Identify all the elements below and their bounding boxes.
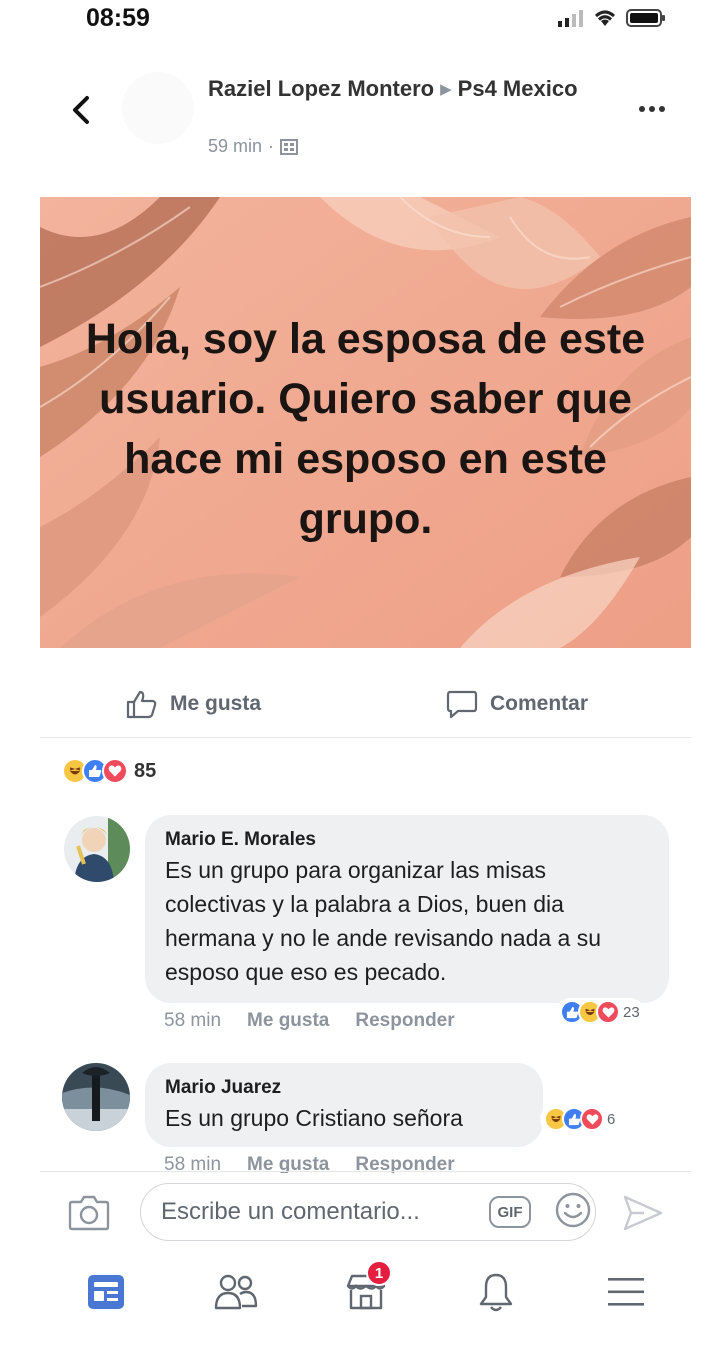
status-time: 08:59 bbox=[86, 4, 150, 32]
commenter-avatar[interactable] bbox=[64, 816, 130, 882]
post-image[interactable]: Hola, soy la esposa de este usuario. Qui… bbox=[40, 197, 691, 648]
camera-icon bbox=[68, 1195, 110, 1231]
meta-separator: · bbox=[268, 136, 275, 156]
gif-button[interactable]: GIF bbox=[489, 1196, 531, 1228]
post-author-line: Raziel Lopez Montero ▶ Ps4 Mexico bbox=[208, 74, 598, 104]
nav-friends[interactable] bbox=[206, 1262, 266, 1322]
notifications-icon bbox=[479, 1273, 513, 1312]
nav-menu[interactable] bbox=[596, 1262, 656, 1322]
post-image-text: Hola, soy la esposa de este usuario. Qui… bbox=[85, 315, 646, 543]
menu-icon bbox=[608, 1278, 644, 1306]
comment-bubble[interactable]: Mario E. Morales Es un grupo para organi… bbox=[145, 815, 669, 1003]
comment-time[interactable]: 58 min bbox=[164, 1010, 221, 1032]
avatar-image bbox=[62, 1063, 130, 1131]
friends-icon bbox=[214, 1274, 258, 1310]
author-avatar[interactable] bbox=[122, 72, 194, 144]
avatar-image bbox=[64, 816, 130, 882]
love-reaction-icon bbox=[102, 758, 128, 784]
nav-notifications[interactable] bbox=[466, 1262, 526, 1322]
news-feed-icon bbox=[88, 1275, 124, 1309]
comment-like-button[interactable]: Me gusta bbox=[247, 1010, 329, 1032]
signal-icon bbox=[558, 10, 583, 27]
comment-reactions[interactable]: 23 bbox=[556, 998, 644, 1026]
more-options-button[interactable] bbox=[632, 94, 672, 124]
comment-text: Es un grupo Cristiano señora bbox=[165, 1105, 463, 1131]
battery-icon bbox=[626, 9, 665, 27]
comment-reaction-count: 23 bbox=[623, 1003, 640, 1021]
comment-author[interactable]: Mario Juarez bbox=[165, 1075, 523, 1101]
privacy-icon bbox=[280, 138, 299, 155]
send-icon bbox=[623, 1195, 663, 1231]
comment-icon bbox=[446, 690, 478, 719]
comment-author[interactable]: Mario E. Morales bbox=[165, 827, 649, 853]
status-icons bbox=[558, 8, 666, 28]
post-meta: 59 min · bbox=[208, 136, 299, 157]
back-icon bbox=[73, 96, 89, 124]
post-time[interactable]: 59 min bbox=[208, 136, 262, 157]
more-icon bbox=[639, 106, 645, 112]
reactions-count: 85 bbox=[134, 759, 157, 782]
emoji-button[interactable] bbox=[555, 1192, 591, 1233]
comment-reply-button[interactable]: Responder bbox=[355, 1010, 454, 1032]
comment-reaction-count: 6 bbox=[607, 1110, 616, 1128]
commenter-avatar[interactable] bbox=[62, 1063, 130, 1131]
send-button[interactable] bbox=[622, 1193, 664, 1238]
arrow-right-icon: ▶ bbox=[440, 81, 452, 98]
comment-label: Comentar bbox=[490, 692, 589, 715]
author-name[interactable]: Raziel Lopez Montero bbox=[208, 76, 434, 101]
comment-reactions[interactable]: 6 bbox=[540, 1105, 620, 1133]
love-reaction-icon bbox=[596, 1000, 620, 1024]
comment-button[interactable]: Comentar bbox=[446, 686, 588, 722]
comment-bubble[interactable]: Mario Juarez Es un grupo Cristiano señor… bbox=[145, 1063, 543, 1147]
nav-marketplace[interactable]: 1 bbox=[336, 1260, 396, 1322]
marketplace-badge: 1 bbox=[366, 1260, 392, 1286]
wifi-icon bbox=[595, 10, 615, 26]
comment-composer[interactable]: GIF bbox=[140, 1183, 596, 1241]
comment-text: Es un grupo para organizar las misas col… bbox=[165, 857, 602, 985]
group-name[interactable]: Ps4 Mexico bbox=[458, 76, 578, 101]
like-button[interactable]: Me gusta bbox=[126, 686, 261, 722]
gif-icon: GIF bbox=[497, 1203, 523, 1221]
love-reaction-icon bbox=[580, 1107, 604, 1131]
back-button[interactable] bbox=[66, 90, 96, 130]
divider bbox=[40, 1171, 691, 1172]
comment-input[interactable] bbox=[161, 1198, 477, 1226]
nav-news-feed[interactable] bbox=[76, 1262, 136, 1322]
like-label: Me gusta bbox=[170, 692, 262, 715]
like-icon bbox=[126, 690, 157, 719]
reactions-summary[interactable]: 85 bbox=[62, 758, 156, 784]
divider bbox=[40, 737, 691, 738]
emoji-icon bbox=[555, 1192, 591, 1227]
camera-button[interactable] bbox=[68, 1193, 110, 1231]
comment-meta: 58 min Me gusta Responder bbox=[164, 1010, 455, 1032]
